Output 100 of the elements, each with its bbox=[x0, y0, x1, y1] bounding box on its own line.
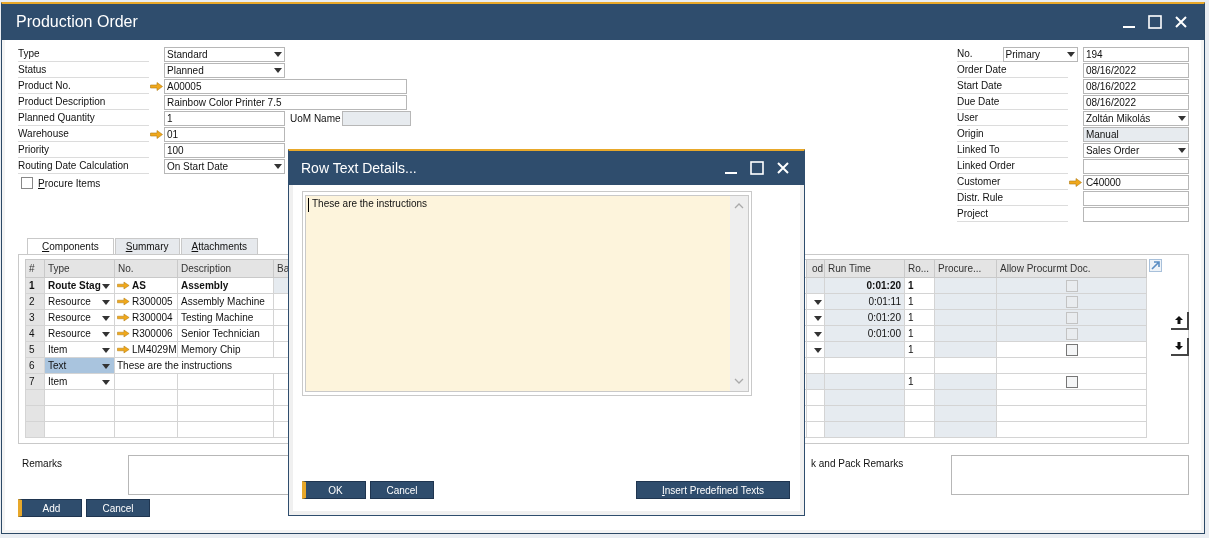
caret-icon bbox=[274, 51, 282, 57]
checkbox-label: Procure Items bbox=[38, 177, 101, 189]
cancel-button[interactable]: Cancel bbox=[370, 481, 434, 499]
input-field[interactable]: Rainbow Color Printer 7.5 bbox=[164, 94, 407, 110]
remarks-label: Remarks bbox=[21, 458, 63, 469]
arrow-icon[interactable] bbox=[150, 129, 163, 139]
scroll-up-icon[interactable] bbox=[734, 202, 744, 209]
caret-icon bbox=[102, 315, 110, 321]
row-text: These are the instructions bbox=[117, 360, 233, 371]
checkbox[interactable] bbox=[1065, 343, 1078, 356]
input-field[interactable]: 08/16/2022 bbox=[1082, 94, 1189, 110]
tab[interactable]: Attachments bbox=[180, 238, 259, 254]
caret-icon bbox=[102, 299, 110, 305]
insert-button[interactable]: Insert Predefined Texts bbox=[636, 481, 790, 499]
input-field[interactable] bbox=[1082, 158, 1189, 174]
caret-icon bbox=[102, 347, 110, 353]
ok-button[interactable]: OK bbox=[302, 481, 366, 499]
table-cell: 1 bbox=[908, 312, 914, 323]
input-field[interactable]: 1 bbox=[164, 110, 285, 126]
caret-icon bbox=[102, 331, 110, 337]
checkbox[interactable] bbox=[1065, 375, 1078, 388]
table-cell: AS bbox=[132, 279, 146, 291]
table-cell: 1 bbox=[908, 328, 914, 339]
field-label: Origin bbox=[957, 126, 1068, 142]
field-label: Due Date bbox=[957, 94, 1068, 110]
field-label: Planned Quantity bbox=[18, 110, 149, 126]
table-cell: Assembly Machine bbox=[181, 296, 265, 307]
column-header[interactable]: Ro... bbox=[904, 259, 935, 278]
field-label: Start Date bbox=[957, 78, 1068, 94]
field-label: Priority bbox=[18, 142, 149, 158]
input-field[interactable]: 08/16/2022 bbox=[1082, 62, 1189, 78]
table-cell: 1 bbox=[908, 344, 914, 355]
column-header[interactable]: Procure... bbox=[934, 259, 997, 278]
arrow-icon[interactable] bbox=[117, 344, 130, 354]
caret-icon bbox=[1066, 51, 1075, 57]
caret-icon bbox=[102, 283, 110, 289]
arrow-icon[interactable] bbox=[117, 280, 130, 290]
field-label: Warehouse bbox=[18, 126, 149, 142]
input-field[interactable]: 08/16/2022 bbox=[1082, 78, 1189, 94]
table-cell: Testing Machine bbox=[181, 312, 254, 323]
table-cell: 1 bbox=[908, 296, 914, 307]
input-field[interactable]: Zoltán Mikolás bbox=[1082, 110, 1189, 126]
table-cell: 0:01:20 bbox=[866, 280, 901, 291]
input-field[interactable]: On Start Date bbox=[164, 158, 285, 174]
caret-icon bbox=[1178, 147, 1186, 153]
column-header[interactable]: No. bbox=[114, 259, 178, 278]
input-field[interactable] bbox=[1082, 190, 1189, 206]
field-label: Order Date bbox=[957, 62, 1068, 78]
arrow-icon[interactable] bbox=[150, 81, 163, 91]
scrollbar[interactable] bbox=[730, 196, 748, 391]
field-label: No. bbox=[957, 46, 1003, 62]
arrow-icon[interactable] bbox=[117, 328, 130, 338]
input-field[interactable]: Sales Order bbox=[1082, 142, 1189, 158]
input-field[interactable] bbox=[1082, 206, 1189, 222]
caret-icon bbox=[102, 379, 110, 385]
arrow-icon[interactable] bbox=[1068, 177, 1082, 187]
column-header[interactable]: Allow Procurmt Doc. bbox=[996, 259, 1147, 278]
input-field[interactable]: Planned bbox=[164, 62, 285, 78]
field-label: Linked Order bbox=[957, 158, 1068, 174]
table-cell: Memory Chip bbox=[181, 344, 241, 355]
input-field[interactable]: 01 bbox=[164, 126, 285, 142]
tab[interactable]: Components bbox=[27, 238, 114, 254]
tab[interactable]: Summary bbox=[114, 238, 180, 254]
input-field[interactable]: 100 bbox=[164, 142, 285, 158]
field-label: Product No. bbox=[18, 78, 149, 94]
caret-icon bbox=[274, 67, 282, 73]
maximize-icon[interactable] bbox=[750, 161, 764, 175]
column-header[interactable]: Run Time bbox=[824, 259, 905, 278]
field-label: Routing Date Calculation bbox=[18, 158, 149, 174]
field-label: Type bbox=[18, 46, 149, 62]
cancel-button[interactable]: Cancel bbox=[86, 499, 150, 517]
table-cell: 0:01:20 bbox=[867, 312, 901, 323]
add-button[interactable]: Add bbox=[18, 499, 82, 517]
arrow-up-icon bbox=[1174, 315, 1184, 325]
close-icon[interactable] bbox=[1174, 15, 1188, 29]
text-area[interactable]: These are the instructions bbox=[305, 195, 749, 392]
column-header[interactable]: Type bbox=[44, 259, 115, 278]
input-field[interactable]: A00005 bbox=[164, 78, 407, 94]
input-field bbox=[341, 110, 411, 126]
column-header[interactable]: # bbox=[25, 259, 45, 278]
table-cell: Assembly bbox=[181, 280, 229, 291]
arrow-icon[interactable] bbox=[117, 296, 130, 306]
pack-remarks-field[interactable] bbox=[951, 455, 1189, 495]
expand-icon[interactable] bbox=[1149, 259, 1162, 272]
arrow-icon[interactable] bbox=[117, 312, 130, 322]
caret-icon bbox=[274, 163, 282, 169]
series-dropdown[interactable]: Primary bbox=[1002, 46, 1078, 62]
maximize-icon[interactable] bbox=[1148, 15, 1162, 29]
field-label: Linked To bbox=[957, 142, 1068, 158]
close-icon[interactable] bbox=[776, 161, 790, 175]
checkbox[interactable] bbox=[21, 177, 33, 189]
input-field[interactable]: Standard bbox=[164, 46, 285, 62]
field-label: Customer bbox=[957, 174, 1068, 190]
column-header[interactable]: Description bbox=[177, 259, 274, 278]
table-cell: R300006 bbox=[132, 327, 173, 339]
field-label: UoM Name bbox=[290, 112, 341, 124]
input-field[interactable]: C40000 bbox=[1082, 174, 1189, 190]
table-cell: R300005 bbox=[132, 295, 173, 307]
scroll-down-icon[interactable] bbox=[734, 378, 744, 385]
field-label: Project bbox=[957, 206, 1068, 222]
